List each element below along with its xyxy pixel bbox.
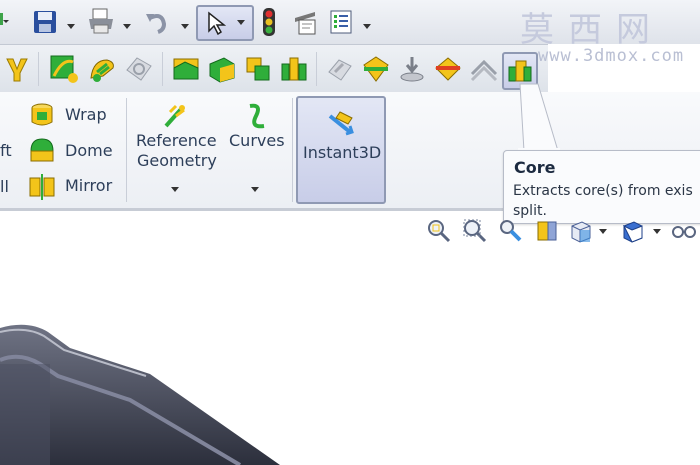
geometry-label: Geometry bbox=[137, 151, 217, 170]
toolbar-separator bbox=[316, 52, 317, 86]
mirror-button[interactable]: Mirror bbox=[28, 171, 130, 201]
deviation-analysis-icon[interactable] bbox=[122, 53, 156, 85]
parting-surface-icon[interactable] bbox=[242, 53, 274, 85]
reference-geometry-button[interactable]: Reference Geometry bbox=[134, 100, 218, 200]
ribbon-separator bbox=[292, 98, 293, 202]
options-list-icon[interactable] bbox=[326, 6, 356, 38]
heads-up-view-toolbar bbox=[426, 216, 700, 246]
part-model-viewport[interactable] bbox=[0, 320, 300, 465]
tooltip-pointer bbox=[518, 83, 560, 154]
rebuild-traffic-light-icon[interactable] bbox=[258, 6, 280, 38]
instant3d-label: Instant3D bbox=[303, 143, 382, 162]
tooltip-title: Core bbox=[514, 158, 556, 177]
dome-button[interactable]: Dome bbox=[28, 136, 130, 166]
reference-geometry-dropdown-arrow[interactable] bbox=[170, 186, 180, 194]
parting-lines-icon[interactable] bbox=[170, 53, 202, 85]
display-style-icon[interactable] bbox=[620, 218, 646, 244]
draft-analysis-icon[interactable] bbox=[324, 53, 356, 85]
toolbar-separator bbox=[38, 52, 39, 86]
select-dropdown-arrow[interactable] bbox=[236, 19, 246, 27]
section-view-icon[interactable] bbox=[534, 218, 560, 244]
previous-view-icon[interactable] bbox=[498, 218, 524, 244]
wrap-button[interactable]: Wrap bbox=[28, 100, 130, 130]
zoom-to-fit-icon[interactable] bbox=[426, 218, 452, 244]
print-dropdown-arrow[interactable] bbox=[122, 16, 132, 35]
reference-geometry-icon bbox=[164, 104, 185, 128]
core-tooltip: Core Extracts core(s) from exis split. bbox=[503, 150, 700, 224]
feature-toolbar bbox=[0, 44, 548, 94]
new-dropdown-arrow[interactable] bbox=[0, 8, 14, 34]
tooling-split-icon[interactable] bbox=[278, 53, 310, 85]
curves-label: Curves bbox=[229, 131, 285, 150]
zoom-to-area-icon[interactable] bbox=[462, 218, 488, 244]
curves-icon bbox=[249, 103, 265, 129]
tooltip-description-line1: Extracts core(s) from exis bbox=[513, 183, 693, 199]
shut-off-surfaces-icon[interactable] bbox=[206, 53, 238, 85]
fillet-icon[interactable] bbox=[2, 54, 32, 84]
view-orientation-icon[interactable] bbox=[568, 218, 594, 244]
mirror-icon bbox=[29, 174, 55, 200]
file-properties-icon[interactable] bbox=[290, 6, 320, 38]
display-style-dropdown-arrow[interactable] bbox=[652, 228, 662, 236]
wrap-label: Wrap bbox=[65, 105, 107, 124]
dome-icon bbox=[30, 138, 54, 162]
curves-button[interactable]: Curves bbox=[226, 100, 288, 200]
hide-show-items-icon[interactable] bbox=[670, 218, 698, 244]
shell-label-partial[interactable]: ll bbox=[0, 177, 9, 196]
undercut-analysis-icon[interactable] bbox=[360, 53, 392, 85]
select-button[interactable] bbox=[196, 5, 254, 41]
instant3d-icon bbox=[328, 111, 354, 136]
save-icon[interactable] bbox=[30, 7, 60, 37]
watermark-url: www.3dmox.com bbox=[538, 46, 685, 66]
view-orientation-dropdown-arrow[interactable] bbox=[598, 228, 608, 236]
ribbon-separator bbox=[126, 98, 127, 202]
thickness-analysis-icon[interactable] bbox=[468, 53, 500, 85]
scale-icon[interactable] bbox=[396, 53, 428, 85]
instant3d-button[interactable]: Instant3D bbox=[296, 96, 386, 204]
print-icon[interactable] bbox=[84, 6, 118, 38]
mirror-label: Mirror bbox=[65, 176, 113, 195]
reference-label: Reference bbox=[136, 131, 217, 150]
undo-dropdown-arrow[interactable] bbox=[180, 16, 190, 35]
undo-icon[interactable] bbox=[140, 6, 174, 38]
dome-label: Dome bbox=[65, 141, 113, 160]
wrap-icon bbox=[31, 103, 53, 126]
save-dropdown-arrow[interactable] bbox=[66, 16, 76, 35]
curves-dropdown-arrow[interactable] bbox=[250, 186, 260, 194]
tooltip-description: Extracts core(s) from exis split. bbox=[513, 181, 700, 221]
toolbar-separator bbox=[162, 52, 163, 86]
parting-line-analysis-icon[interactable] bbox=[432, 53, 464, 85]
options-dropdown-arrow[interactable] bbox=[362, 16, 372, 35]
curvature-icon[interactable] bbox=[48, 53, 82, 85]
loft-label-partial[interactable]: ft bbox=[0, 141, 12, 160]
zebra-stripes-icon[interactable] bbox=[86, 53, 120, 85]
